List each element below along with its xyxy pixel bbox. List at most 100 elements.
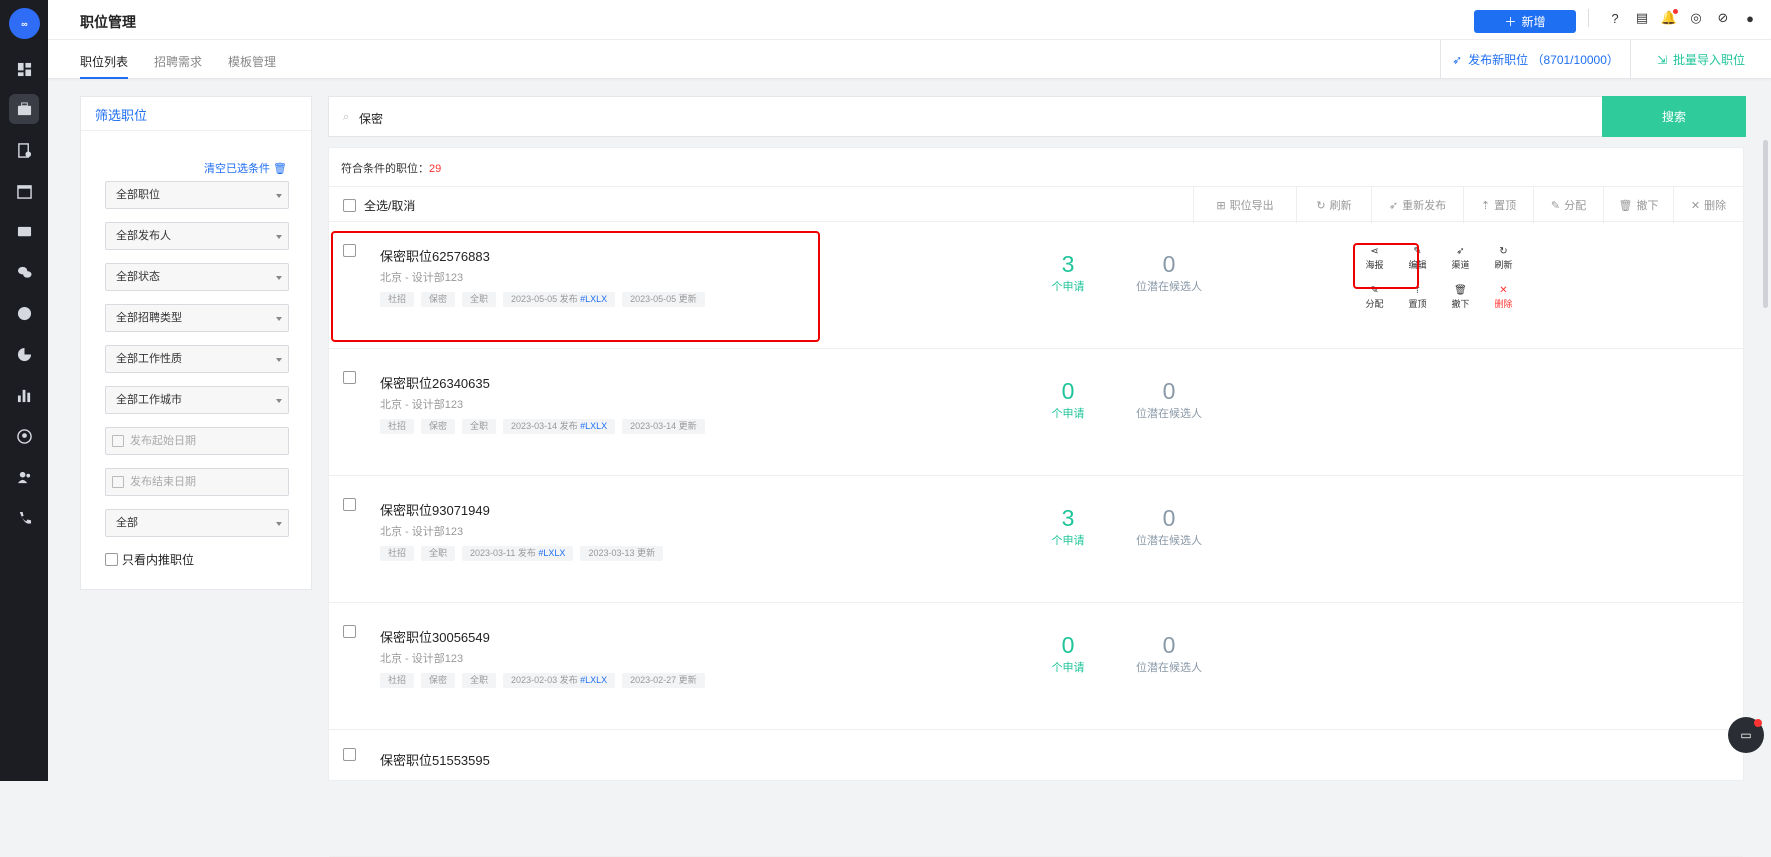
channel-label: 渠道 [1451, 260, 1470, 270]
select-value: 全部状态 [116, 271, 160, 283]
phone-icon[interactable] [9, 503, 39, 533]
applications-stat[interactable]: 3 个申请 [1041, 250, 1095, 294]
scrollbar[interactable] [1763, 140, 1768, 308]
briefcase-icon[interactable] [9, 94, 39, 124]
bulk-pin-button[interactable]: ⇡ 置顶 [1463, 187, 1533, 223]
tag: 全职 [462, 673, 497, 688]
tag: 社招 [380, 673, 415, 688]
bulk-assign-button[interactable]: ✎ 分配 [1533, 187, 1603, 223]
publisher-select[interactable]: 全部发布人 [105, 222, 289, 250]
help-icon[interactable]: ? [1606, 9, 1624, 27]
publish-job-label: 发布新职位 （8701/10000） [1468, 53, 1619, 67]
compass-icon[interactable]: ⊘ [1714, 9, 1732, 27]
job-row[interactable]: 保密职位26340635 北京 - 设计部123 社招 保密 全职 2023-0… [329, 349, 1743, 476]
channel-button[interactable]: ➶ 渠道 [1439, 246, 1482, 271]
users-icon[interactable] [9, 462, 39, 492]
applications-count: 3 [1061, 251, 1075, 277]
resume-icon[interactable] [9, 135, 39, 165]
select-value: 全部工作性质 [116, 353, 182, 365]
chat-bubble-icon[interactable]: ▭ [1728, 717, 1764, 753]
dashboard-icon[interactable] [9, 54, 39, 84]
job-row[interactable]: 保密职位93071949 北京 - 设计部123 社招 全职 2023-03-1… [329, 476, 1743, 603]
tab-templates[interactable]: 模板管理 [228, 53, 276, 70]
calendar-icon [112, 435, 124, 447]
applications-label: 个申请 [1051, 535, 1085, 547]
bulk-withdraw-button[interactable]: 🗑 撤下 [1603, 187, 1673, 223]
pin-label: 置顶 [1494, 200, 1517, 212]
work-nature-select[interactable]: 全部工作性质 [105, 345, 289, 373]
candidates-stat[interactable]: 0 位潜在候选人 [1129, 377, 1209, 421]
only-referral-checkbox[interactable] [105, 553, 118, 566]
wechat-icon[interactable] [9, 257, 39, 287]
extra-select[interactable]: 全部 [105, 509, 289, 537]
import-icon: ⇲ [1656, 52, 1668, 67]
job-title[interactable]: 保密职位51553595 [380, 750, 490, 769]
status-select[interactable]: 全部状态 [105, 263, 289, 291]
plus-icon: ＋ [1504, 15, 1517, 29]
withdraw-button[interactable]: 🗑 撤下 [1439, 285, 1482, 310]
job-row[interactable]: 保密职位51553595 [329, 730, 1743, 857]
select-all[interactable]: 全选/取消 [343, 197, 415, 214]
app-logo[interactable]: ∞ [9, 8, 40, 39]
republish-button[interactable]: ➶ 重新发布 [1371, 187, 1463, 223]
bell-icon[interactable]: 🔔 [1660, 9, 1678, 27]
date-end-input[interactable]: 发布结束日期 [105, 468, 289, 496]
select-value: 全部工作城市 [116, 394, 182, 406]
caret-down-icon [276, 317, 282, 321]
job-row[interactable]: 保密职位30056549 北京 - 设计部123 社招 保密 全职 2023-0… [329, 603, 1743, 730]
job-checkbox[interactable] [343, 371, 356, 384]
bulk-delete-button[interactable]: ✕ 删除 [1673, 187, 1743, 223]
pie-chart-icon[interactable] [9, 339, 39, 369]
withdraw-label: 撤下 [1451, 299, 1470, 309]
job-title[interactable]: 保密职位93071949 [380, 500, 490, 519]
search-button[interactable]: 搜索 [1602, 96, 1746, 137]
work-city-select[interactable]: 全部工作城市 [105, 386, 289, 414]
bar-chart-icon[interactable] [9, 380, 39, 410]
applications-stat[interactable]: 0 个申请 [1041, 631, 1095, 675]
date-start-input[interactable]: 发布起始日期 [105, 427, 289, 455]
applications-stat[interactable]: 3 个申请 [1041, 504, 1095, 548]
candidates-stat[interactable]: 0 位潜在候选人 [1129, 631, 1209, 675]
trash-icon: 🗑 [1454, 285, 1467, 296]
applications-stat[interactable]: 0 个申请 [1041, 377, 1095, 421]
batch-import-link[interactable]: ⇲ 批量导入职位 [1630, 40, 1771, 79]
person-circle-icon[interactable] [9, 421, 39, 451]
job-checkbox[interactable] [343, 748, 356, 761]
id-card-icon[interactable] [9, 216, 39, 246]
support-icon[interactable]: ◎ [1687, 9, 1705, 27]
divider [1588, 9, 1589, 27]
tab-job-list[interactable]: 职位列表 [80, 53, 128, 70]
notes-icon[interactable]: ▤ [1633, 9, 1651, 27]
refresh-button[interactable]: ↻ 刷新 [1482, 246, 1525, 271]
job-checkbox[interactable] [343, 625, 356, 638]
export-button[interactable]: ⊞ 职位导出 [1193, 187, 1296, 223]
applications-count: 0 [1061, 632, 1075, 658]
bulk-refresh-button[interactable]: ↻ 刷新 [1296, 187, 1371, 223]
position-select[interactable]: 全部职位 [105, 181, 289, 209]
recruit-type-select[interactable]: 全部招聘类型 [105, 304, 289, 332]
candidates-stat[interactable]: 0 位潜在候选人 [1129, 504, 1209, 548]
bulk-action-bar: 全选/取消 ⊞ 职位导出 ↻ 刷新 ➶ 重新发布 ⇡ 置顶 ✎ 分配 🗑 撤下 ✕ 删除 [329, 186, 1743, 223]
search-icon: ⌕ [343, 111, 350, 123]
job-checkbox[interactable] [343, 498, 356, 511]
trash-icon: 🗑 [273, 163, 287, 175]
tab-recruit-needs[interactable]: 招聘需求 [154, 53, 202, 70]
select-all-checkbox[interactable] [343, 199, 356, 212]
candidates-label: 位潜在候选人 [1136, 408, 1202, 420]
job-title[interactable]: 保密职位26340635 [380, 373, 490, 392]
select-value: 全部职位 [116, 189, 160, 201]
publish-job-link[interactable]: ➶ 发布新职位 （8701/10000） [1440, 40, 1630, 79]
add-button[interactable]: ＋ 新增 [1474, 10, 1576, 33]
user-icon[interactable]: ● [1741, 9, 1759, 27]
thumbs-up-icon[interactable] [9, 298, 39, 328]
job-title[interactable]: 保密职位30056549 [380, 627, 490, 646]
candidates-stat[interactable]: 0 位潜在候选人 [1129, 250, 1209, 294]
rocket-icon: ➶ [1456, 246, 1465, 257]
delete-button[interactable]: ✕ 删除 [1482, 285, 1525, 310]
only-referral-option[interactable]: 只看内推职位 [105, 551, 194, 568]
clear-filters-link[interactable]: 清空已选条件 🗑 [204, 160, 287, 176]
search-input[interactable]: ⌕ 保密 [328, 96, 1603, 137]
job-tags: 社招 全职 2023-03-11 发布 #LXLX 2023-03-13 更新 [380, 546, 663, 561]
calendar-icon[interactable] [9, 176, 39, 206]
update-date-tag: 2023-03-14 更新 [622, 419, 705, 434]
